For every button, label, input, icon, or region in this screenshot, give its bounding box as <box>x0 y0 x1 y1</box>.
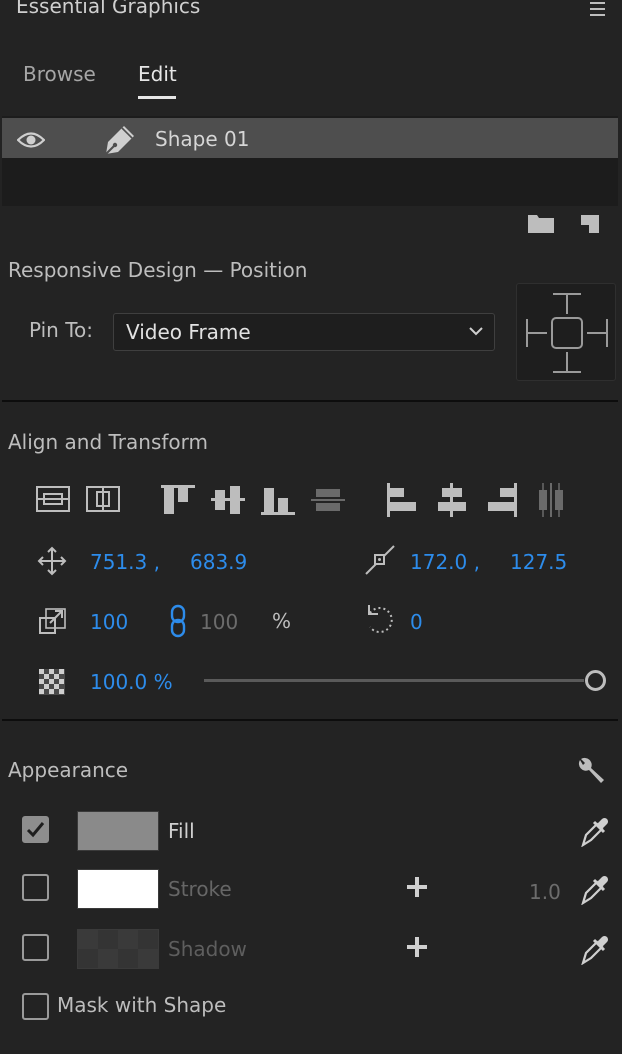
link-scale-icon[interactable] <box>168 604 188 638</box>
fill-color-swatch[interactable] <box>77 811 159 851</box>
align-middle-icon[interactable] <box>210 484 246 516</box>
wrench-icon[interactable] <box>576 756 606 786</box>
hamburger-menu-icon[interactable] <box>588 0 608 18</box>
eyedropper-icon[interactable] <box>580 873 610 905</box>
stroke-label: Stroke <box>168 877 232 901</box>
pin-to-dropdown[interactable]: Video Frame <box>113 313 495 351</box>
eyedropper-icon[interactable] <box>580 933 610 965</box>
anchor-x-value[interactable]: 172.0 , <box>410 550 480 574</box>
anchor-point-icon <box>364 544 396 576</box>
align-vertical-center-icon[interactable] <box>36 485 70 513</box>
align-left-icon[interactable] <box>386 482 418 518</box>
align-right-icon[interactable] <box>486 482 518 518</box>
shadow-checkbox[interactable] <box>22 934 49 961</box>
eyedropper-icon[interactable] <box>580 815 610 847</box>
chevron-down-icon <box>468 326 484 336</box>
scale-unit: % <box>272 609 292 633</box>
position-x-value[interactable]: 751.3 , <box>90 550 160 574</box>
eye-icon[interactable] <box>17 129 45 151</box>
fill-checkbox[interactable] <box>22 816 49 843</box>
align-horizontal-center-icon[interactable] <box>86 485 120 513</box>
checkmark-icon <box>26 822 45 838</box>
align-top-icon[interactable] <box>160 484 196 516</box>
opacity-slider-track[interactable] <box>204 679 584 682</box>
shadow-label: Shadow <box>168 937 247 961</box>
stroke-color-swatch[interactable] <box>77 869 159 909</box>
stroke-width-value[interactable]: 1.0 <box>529 880 561 904</box>
section-divider <box>2 400 618 402</box>
add-shadow-plus-icon[interactable] <box>405 935 429 959</box>
position-icon <box>37 546 67 576</box>
layer-name: Shape 01 <box>155 127 250 151</box>
fill-label: Fill <box>168 819 195 843</box>
panel-title: Essential Graphics <box>16 0 201 18</box>
opacity-icon <box>39 669 65 695</box>
align-bottom-icon[interactable] <box>260 484 296 516</box>
pen-icon <box>102 122 138 156</box>
shadow-color-swatch[interactable] <box>77 929 159 969</box>
align-transform-heading: Align and Transform <box>8 430 208 454</box>
tab-browse[interactable]: Browse <box>23 62 96 86</box>
opacity-slider-thumb[interactable] <box>585 670 606 691</box>
scale-linked-value: 100 <box>200 610 239 634</box>
tab-edit[interactable]: Edit <box>138 62 177 86</box>
stroke-checkbox[interactable] <box>22 874 49 901</box>
new-layer-icon[interactable] <box>578 212 602 234</box>
align-center-icon[interactable] <box>436 482 468 518</box>
add-stroke-plus-icon[interactable] <box>405 875 429 899</box>
pin-to-label: Pin To: <box>29 318 94 342</box>
pin-to-value: Video Frame <box>126 320 251 344</box>
appearance-heading: Appearance <box>8 758 129 782</box>
new-group-folder-icon[interactable] <box>527 212 555 234</box>
distribute-horizontal-icon <box>536 482 568 518</box>
distribute-vertical-icon <box>310 484 346 516</box>
anchor-y-value[interactable]: 127.5 <box>510 550 567 574</box>
scale-icon <box>38 606 68 636</box>
rotation-value[interactable]: 0 <box>410 610 423 634</box>
section-divider <box>2 719 618 721</box>
mask-with-shape-label: Mask with Shape <box>57 993 227 1017</box>
opacity-value[interactable]: 100.0 % <box>90 670 173 694</box>
scale-value[interactable]: 100 <box>90 610 128 634</box>
rotation-icon <box>363 603 397 637</box>
active-tab-indicator <box>138 96 176 99</box>
layer-row[interactable] <box>2 118 618 158</box>
position-y-value[interactable]: 683.9 <box>190 550 247 574</box>
responsive-design-heading: Responsive Design — Position <box>8 258 308 282</box>
mask-with-shape-checkbox[interactable] <box>22 993 49 1020</box>
pin-edges-widget[interactable] <box>516 283 616 381</box>
